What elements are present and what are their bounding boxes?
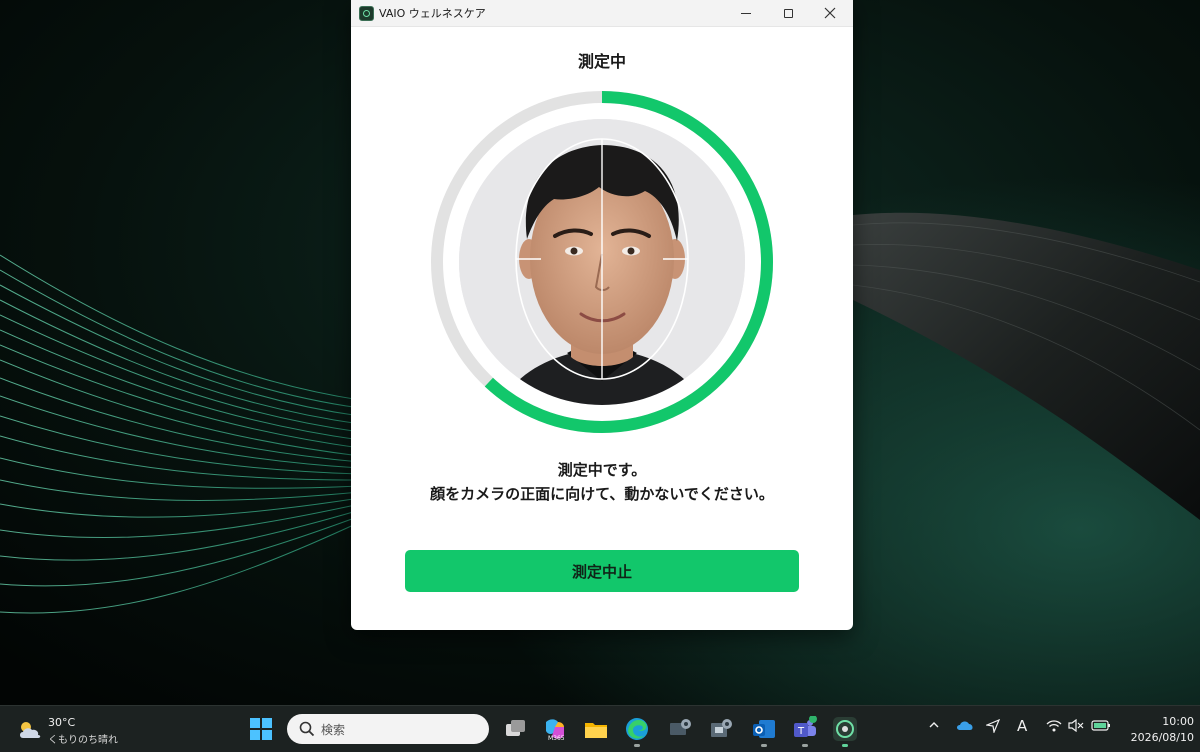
search-placeholder: 検索 <box>321 723 346 737</box>
wifi-icon[interactable] <box>1046 719 1062 736</box>
taskbar: 30°C くもりのち晴れ 検索 M365 T A 10:00 2026/08/1… <box>0 705 1200 752</box>
svg-text:T: T <box>797 726 805 737</box>
status-title: 測定中 <box>577 52 626 71</box>
cloudy-icon <box>20 722 41 738</box>
edge-browser-icon[interactable] <box>624 716 650 742</box>
onedrive-icon[interactable] <box>956 719 974 735</box>
stop-measurement-button[interactable]: 測定中止 <box>405 550 799 592</box>
instruction-message: 顔をカメラの正面に向けて、動かないでください。 <box>430 485 774 503</box>
search-icon <box>299 721 315 737</box>
active-indicator <box>842 744 848 747</box>
weather-description: くもりのち晴れ <box>48 735 118 746</box>
vaio-app-icon <box>359 6 374 21</box>
maximize-icon <box>783 8 793 18</box>
running-indicator <box>761 744 767 747</box>
clock-date: 2026/08/10 <box>1130 731 1194 744</box>
m365-label: M365 <box>548 735 565 742</box>
status-message: 測定中です。 <box>557 461 647 479</box>
file-explorer-icon[interactable] <box>583 716 609 742</box>
title-bar[interactable]: VAIO ウェルネスケア <box>351 0 853 27</box>
close-icon <box>824 7 836 19</box>
battery-charging-icon[interactable] <box>1091 719 1111 736</box>
close-button[interactable] <box>809 0 851 26</box>
minimize-icon <box>741 12 751 14</box>
control-panel-icon[interactable] <box>708 716 734 742</box>
input-method-indicator[interactable]: A <box>1017 717 1027 735</box>
running-indicator <box>802 744 808 747</box>
app-window: VAIO ウェルネスケア 測定中 測定中です。 顔をカメラの正面に向けて、動かな… <box>351 0 853 630</box>
settings-app-icon[interactable] <box>667 716 693 742</box>
window-title: VAIO ウェルネスケア <box>379 7 486 20</box>
face-image <box>459 119 745 405</box>
vaio-wellness-taskbar-icon[interactable] <box>832 716 858 742</box>
location-icon[interactable] <box>984 718 1001 737</box>
weather-widget[interactable]: 30°C くもりのち晴れ <box>14 714 124 746</box>
tray-overflow-icon[interactable] <box>928 719 940 735</box>
task-view-icon[interactable] <box>502 716 528 742</box>
minimize-button[interactable] <box>725 0 767 26</box>
clock[interactable]: 10:00 2026/08/10 <box>1120 714 1194 746</box>
weather-temperature: 30°C <box>48 716 76 729</box>
windows-start-icon[interactable] <box>250 718 272 740</box>
camera-preview <box>459 119 745 405</box>
teams-icon[interactable]: T <box>792 715 818 742</box>
taskbar-search-box[interactable]: 検索 <box>287 714 489 744</box>
outlook-icon[interactable] <box>751 716 777 742</box>
volume-muted-icon[interactable] <box>1068 718 1084 736</box>
clock-time: 10:00 <box>1162 715 1194 728</box>
running-indicator <box>634 744 640 747</box>
maximize-button[interactable] <box>767 0 809 26</box>
m365-copilot-icon[interactable]: M365 <box>542 716 568 742</box>
